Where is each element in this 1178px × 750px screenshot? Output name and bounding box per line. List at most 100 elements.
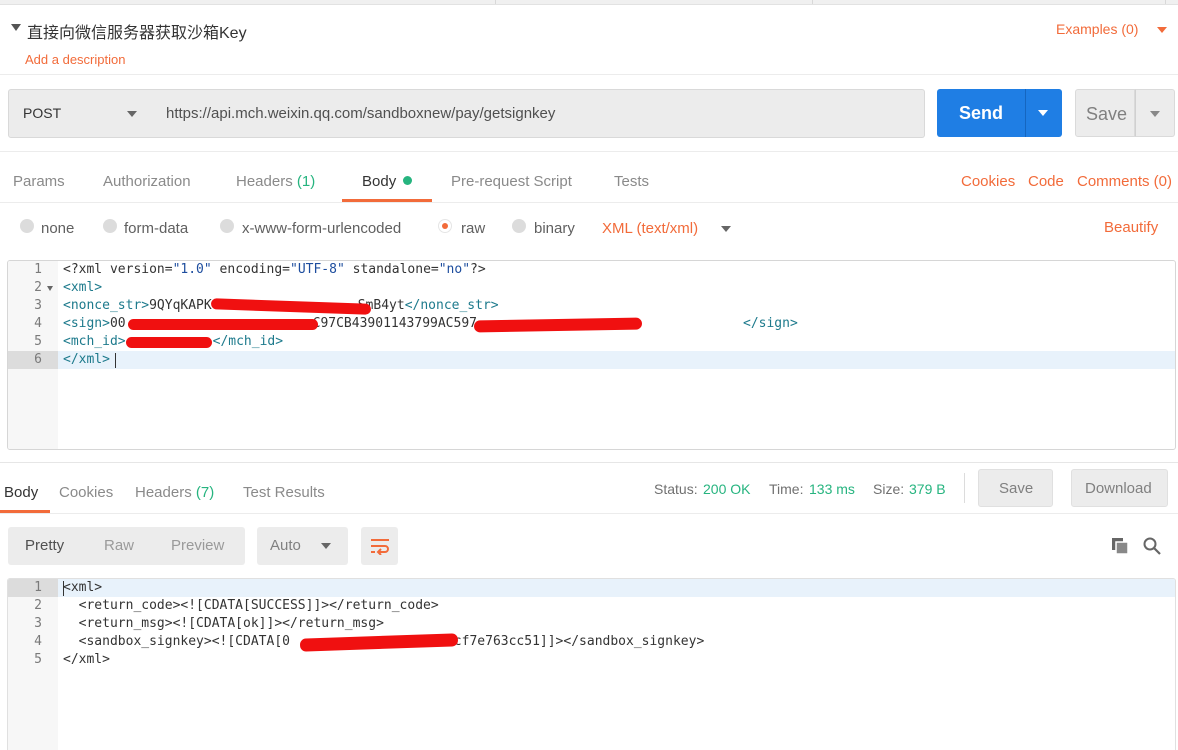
request-title: 直接向微信服务器获取沙箱Key [27, 25, 247, 42]
response-headers-count: (7) [195, 484, 215, 501]
divider [964, 473, 965, 503]
code-link[interactable]: Code [1028, 173, 1064, 190]
wrap-lines-icon [371, 539, 389, 555]
redaction-mark [128, 319, 318, 330]
tab-tests[interactable]: Tests [614, 173, 649, 190]
line-number: 5 [34, 652, 42, 667]
code-line-1: <?xml version="1.0" encoding="UTF-8" sta… [63, 262, 486, 277]
radio-none[interactable] [20, 219, 34, 233]
top-tab-strip [0, 0, 1178, 5]
divider [0, 151, 1178, 152]
cookies-link[interactable]: Cookies [961, 173, 1015, 190]
save-label: Save [1086, 104, 1128, 124]
radio-urlencoded[interactable] [220, 219, 234, 233]
size-label: Size: [873, 481, 905, 497]
copy-icon[interactable] [1111, 537, 1129, 555]
response-line-3: <return_msg><![CDATA[ok]]></return_msg> [63, 616, 384, 631]
dropdown-arrow-icon [1150, 111, 1160, 117]
examples-dropdown[interactable]: Examples (0) [1056, 21, 1138, 37]
download-button[interactable]: Download [1071, 469, 1168, 507]
radio-form-data[interactable] [103, 219, 117, 233]
section-separator [0, 462, 1178, 463]
status-label: Status: [654, 481, 698, 497]
radio-binary[interactable] [512, 219, 526, 233]
send-button[interactable]: Send [937, 89, 1025, 137]
line-number: 3 [34, 298, 42, 313]
line-number: 2 [34, 598, 42, 613]
content-type-caret-icon[interactable] [721, 226, 731, 232]
tab-body-label: Body [362, 173, 397, 190]
response-line-5: </xml> [63, 652, 110, 667]
line-number: 1 [34, 262, 42, 277]
text-cursor [63, 581, 64, 596]
divider [0, 74, 1178, 75]
content-type-dropdown[interactable]: XML (text/xml) [602, 220, 698, 237]
tab-params[interactable]: Params [13, 173, 65, 190]
response-line-1: <xml> [63, 580, 103, 595]
examples-caret-icon[interactable] [1157, 27, 1167, 33]
response-save-button[interactable]: Save [978, 469, 1053, 507]
active-line-highlight [8, 579, 1175, 597]
headers-count: (1) [296, 173, 316, 190]
body-active-dot-icon [403, 176, 413, 185]
format-select[interactable]: Auto [257, 527, 348, 565]
view-raw-button[interactable]: Raw [104, 537, 134, 554]
line-number: 6 [34, 352, 42, 367]
tab-authorization[interactable]: Authorization [103, 173, 191, 190]
view-mode-group: Pretty Raw Preview [8, 527, 245, 565]
request-body-editor[interactable]: 1 2 3 4 5 6 <?xml version="1.0" encoding… [7, 260, 1176, 450]
line-number: 3 [34, 616, 42, 631]
divider [0, 513, 1178, 514]
line-number: 4 [34, 634, 42, 649]
beautify-link[interactable]: Beautify [1104, 219, 1158, 236]
collapse-caret-icon[interactable] [11, 24, 21, 31]
send-label: Send [959, 103, 1004, 123]
text-cursor [115, 353, 116, 368]
search-icon[interactable] [1143, 537, 1161, 555]
active-line-highlight [8, 351, 1175, 369]
radio-binary-label: binary [534, 220, 575, 237]
response-tab-test-results[interactable]: Test Results [243, 484, 325, 501]
dropdown-arrow-icon [1038, 110, 1048, 116]
view-pretty-button[interactable]: Pretty [25, 537, 64, 554]
send-options-button[interactable] [1025, 89, 1062, 137]
response-tab-body[interactable]: Body [4, 484, 38, 501]
fold-caret-icon[interactable] [47, 286, 53, 291]
tab-headers-label: Headers [236, 173, 293, 190]
status-value: 200 OK [703, 481, 751, 497]
method-select[interactable]: POST [8, 89, 154, 138]
response-body-viewer[interactable]: 1 2 3 4 5 <xml> <return_code><![CDATA[SU… [7, 578, 1176, 750]
time-label: Time: [769, 481, 804, 497]
caret-down-icon [127, 111, 137, 117]
tab-prerequest-script[interactable]: Pre-request Script [451, 173, 572, 190]
radio-urlencoded-label: x-www-form-urlencoded [242, 220, 402, 237]
response-headers-label: Headers [135, 484, 192, 501]
radio-form-data-label: form-data [124, 220, 189, 237]
wrap-lines-button[interactable] [361, 527, 398, 565]
tab-body[interactable]: Body [362, 173, 413, 190]
radio-raw[interactable] [438, 219, 452, 233]
line-number: 5 [34, 334, 42, 349]
save-options-button[interactable] [1135, 89, 1175, 137]
size-value: 379 B [909, 481, 946, 497]
comments-link[interactable]: Comments (0) [1077, 173, 1172, 190]
time-value: 133 ms [809, 481, 855, 497]
line-number: 1 [34, 580, 42, 595]
method-label: POST [23, 105, 62, 121]
url-text: https://api.mch.weixin.qq.com/sandboxnew… [166, 105, 556, 122]
code-line-2: <xml> [63, 280, 103, 295]
download-label: Download [1085, 480, 1152, 497]
response-tab-cookies[interactable]: Cookies [59, 484, 113, 501]
radio-raw-label: raw [461, 220, 486, 237]
url-input[interactable]: https://api.mch.weixin.qq.com/sandboxnew… [153, 89, 925, 138]
line-number: 2 [34, 280, 42, 295]
format-label: Auto [270, 537, 301, 554]
view-preview-button[interactable]: Preview [171, 537, 224, 554]
code-line-6: </xml> [63, 352, 110, 367]
radio-none-label: none [41, 220, 75, 237]
add-description-link[interactable]: Add a description [25, 52, 125, 67]
response-line-2: <return_code><![CDATA[SUCCESS]]></return… [63, 598, 439, 613]
tab-headers[interactable]: Headers (1) [236, 173, 315, 190]
response-tab-headers[interactable]: Headers (7) [135, 484, 214, 501]
save-button[interactable]: Save [1075, 89, 1135, 137]
